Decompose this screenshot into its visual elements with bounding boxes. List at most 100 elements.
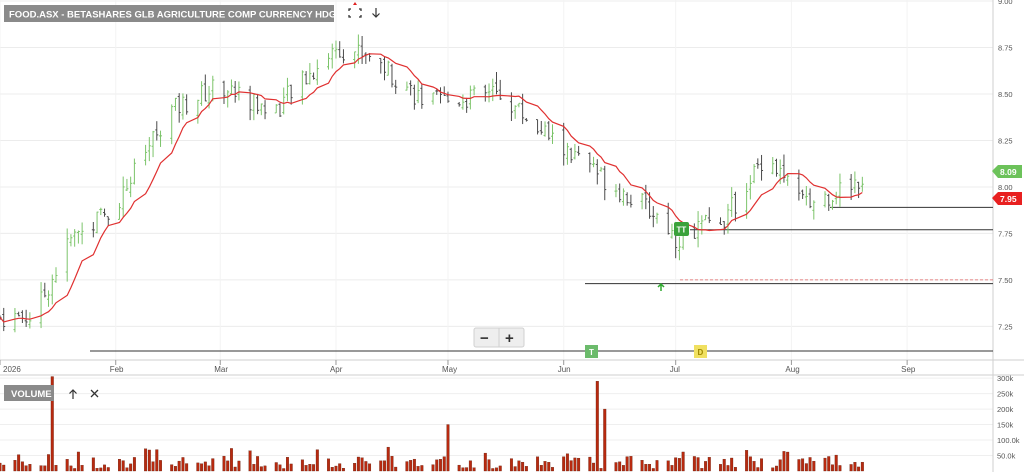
volume-bar: [707, 457, 711, 472]
volume-bar: [625, 456, 629, 472]
volume-bar: [513, 466, 517, 472]
volume-bar: [383, 460, 386, 472]
volume-bar: [118, 459, 121, 472]
tt-signal-badge[interactable]: TT: [674, 222, 689, 236]
volume-bar: [304, 465, 308, 472]
volume-bar: [465, 467, 469, 472]
volume-tick-label: 250k: [997, 390, 1014, 399]
volume-bar: [472, 467, 476, 472]
volume-bar: [409, 460, 413, 472]
volume-bar: [804, 463, 808, 472]
volume-bar: [386, 446, 390, 472]
volume-bar: [719, 464, 722, 472]
volume-bar: [457, 464, 461, 472]
volume-bar: [543, 461, 547, 472]
price-tick-label: 7.50: [998, 276, 1013, 285]
volume-bar: [603, 408, 607, 472]
volume-bar: [43, 465, 47, 472]
volume-bar: [20, 461, 24, 472]
volume-bar: [860, 461, 864, 472]
volume-bar: [752, 461, 756, 472]
volume-bar: [498, 465, 502, 472]
volume-bar: [655, 460, 659, 472]
volume-bar: [334, 465, 338, 472]
volume-bar: [65, 459, 69, 472]
volume-bar: [263, 465, 267, 472]
volume-bar: [364, 461, 368, 472]
date-tick-label: Aug: [785, 365, 799, 374]
volume-bar: [595, 381, 599, 472]
volume-bar: [80, 465, 84, 472]
price-tick-label: 9.00: [998, 0, 1013, 6]
volume-bar: [801, 458, 805, 472]
volume-bar: [569, 460, 573, 472]
volume-bar: [771, 467, 775, 472]
volume-bar: [495, 467, 498, 472]
price-chart[interactable]: 7.25 7.50 7.75 8.00 8.25 8.50 8.75 9.00 2026 Feb…: [0, 0, 1024, 472]
volume-bar: [461, 467, 465, 472]
zoom-in-button[interactable]: +: [505, 330, 514, 347]
svg-text:8.09: 8.09: [1000, 167, 1017, 177]
volume-bar: [203, 461, 207, 472]
volume-bar: [200, 463, 204, 472]
volume-bar: [551, 467, 554, 472]
volume-bar: [412, 458, 416, 472]
volume-bar: [144, 448, 148, 472]
volume-bar: [39, 465, 43, 472]
volume-bar: [289, 463, 293, 472]
d-event-marker[interactable]: D: [694, 345, 707, 358]
volume-bar: [614, 462, 618, 472]
volume-bar: [726, 465, 730, 472]
volume-bar: [237, 460, 241, 472]
chart-title: FOOD.ASX - BETASHARES GLB AGRICULTURE CO…: [9, 10, 364, 21]
volume-bar: [577, 457, 581, 472]
volume-bar: [47, 454, 50, 472]
price-tick-label: 7.25: [998, 322, 1013, 331]
volume-bar: [312, 464, 316, 472]
volume-bar: [446, 424, 450, 472]
volume-bar: [211, 458, 215, 472]
date-tick-label: Mar: [214, 365, 228, 374]
volume-bar: [439, 459, 442, 472]
volume-bar: [151, 461, 155, 472]
volume-bar: [487, 459, 491, 472]
volume-bar: [547, 462, 551, 472]
volume-bar: [159, 460, 162, 472]
volume-bar: [592, 462, 596, 472]
volume-bar: [831, 464, 834, 472]
volume-bar: [834, 454, 838, 472]
svg-text:7.95: 7.95: [1000, 194, 1017, 204]
svg-text:D: D: [698, 348, 704, 357]
volume-bar: [256, 456, 260, 472]
volume-bar: [13, 460, 17, 472]
ma-price-badge: 7.95: [992, 192, 1022, 205]
volume-bar: [748, 456, 752, 472]
volume-bar: [704, 461, 708, 472]
volume-bar: [491, 468, 495, 472]
volume-bar: [248, 450, 252, 472]
volume-bar: [509, 458, 513, 472]
volume-bar: [315, 449, 319, 472]
volume-bar: [28, 464, 32, 472]
volume-bar: [0, 462, 2, 472]
zoom-out-button[interactable]: −: [480, 330, 489, 347]
volume-bar: [278, 464, 282, 472]
t-event-marker[interactable]: T: [585, 345, 598, 358]
volume-bar: [17, 454, 21, 472]
volume-bar: [674, 457, 678, 472]
volume-bar: [181, 457, 185, 472]
volume-bar: [651, 468, 655, 472]
volume-bar: [300, 459, 304, 472]
price-tick-label: 8.75: [998, 43, 1013, 52]
volume-bar: [442, 456, 446, 472]
date-tick-label: 2026: [3, 365, 21, 374]
volume-bar: [282, 468, 286, 472]
volume-bar: [394, 466, 398, 472]
volume-bar: [174, 466, 177, 472]
volume-bar: [778, 459, 782, 472]
volume-bar: [121, 460, 125, 472]
volume-bar: [849, 464, 853, 472]
volume-bar: [812, 460, 816, 472]
svg-text:TT: TT: [677, 226, 687, 235]
volume-tick-label: 50.0k: [997, 452, 1016, 461]
